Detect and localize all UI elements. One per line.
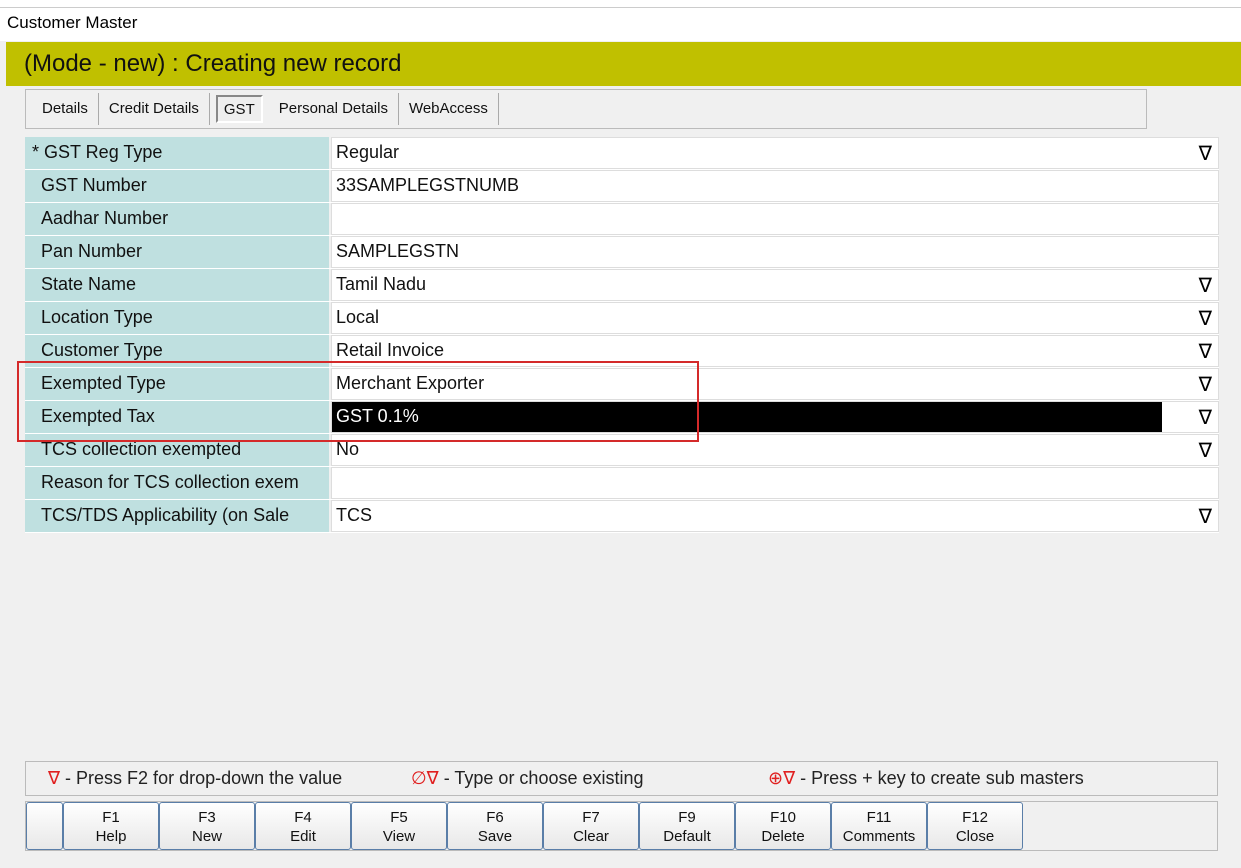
pan-number-input[interactable]: SAMPLEGSTN bbox=[331, 236, 1219, 268]
default-button[interactable]: F9 Default bbox=[639, 802, 735, 850]
gst-field-grid: * GST Reg Type Regular ∇ GST Number 33SAMPLE… bbox=[25, 137, 1219, 533]
field-label: GST Number bbox=[25, 170, 329, 202]
field-label: Pan Number bbox=[25, 236, 329, 268]
legend-text: - Type or choose existing bbox=[438, 768, 644, 788]
help-button[interactable]: F1 Help bbox=[63, 802, 159, 850]
delete-button[interactable]: F10 Delete bbox=[735, 802, 831, 850]
tab-webaccess[interactable]: WebAccess bbox=[399, 93, 499, 125]
key-label: Default bbox=[663, 828, 711, 845]
blank-key bbox=[26, 802, 63, 850]
field-row-state-name: State Name Tamil Nadu ∇ bbox=[25, 269, 1219, 302]
field-value: Retail Invoice bbox=[336, 340, 445, 360]
tab-bar: Details Credit Details GST Personal Details… bbox=[25, 89, 1147, 129]
add-submaster-icon: ⊕∇ bbox=[768, 768, 796, 788]
legend-text: - Press + key to create sub masters bbox=[795, 768, 1084, 788]
key-name: F1 bbox=[102, 809, 120, 826]
highlight-box bbox=[17, 361, 699, 442]
key-name: F6 bbox=[486, 809, 504, 826]
top-strip bbox=[0, 0, 1241, 8]
key-name: F10 bbox=[770, 809, 796, 826]
key-label: Save bbox=[477, 828, 513, 845]
legend-bar: ∇ - Press F2 for drop-down the value ∅∇ … bbox=[25, 761, 1218, 796]
key-label: Close bbox=[955, 828, 995, 845]
edit-button[interactable]: F4 Edit bbox=[255, 802, 351, 850]
field-label: * GST Reg Type bbox=[25, 137, 329, 169]
key-label: Help bbox=[95, 828, 127, 845]
dropdown-arrow-icon[interactable]: ∇ bbox=[1199, 338, 1212, 366]
gst-reg-type-dropdown[interactable]: Regular ∇ bbox=[331, 137, 1219, 169]
aadhar-number-input[interactable] bbox=[331, 203, 1219, 235]
tcs-tds-applicability-on-sale-dropdown[interactable]: TCS ∇ bbox=[331, 500, 1219, 532]
field-value: 33SAMPLEGSTNUMB bbox=[336, 175, 520, 195]
location-type-dropdown[interactable]: Local ∇ bbox=[331, 302, 1219, 334]
key-label: View bbox=[382, 828, 416, 845]
key-label: Edit bbox=[290, 828, 316, 845]
state-name-dropdown[interactable]: Tamil Nadu ∇ bbox=[331, 269, 1219, 301]
comments-button[interactable]: F11 Comments bbox=[831, 802, 927, 850]
key-name: F7 bbox=[582, 809, 600, 826]
key-name: F4 bbox=[294, 809, 312, 826]
key-label: New bbox=[191, 828, 222, 845]
field-row-pan-number: Pan Number SAMPLEGSTN bbox=[25, 236, 1219, 269]
dropdown-icon: ∇ bbox=[48, 768, 61, 788]
tab-gst[interactable]: GST bbox=[215, 95, 263, 123]
dropdown-arrow-icon[interactable]: ∇ bbox=[1199, 305, 1212, 333]
field-row-gst-reg-type: * GST Reg Type Regular ∇ bbox=[25, 137, 1219, 170]
field-row-reason-for-tcs-collection-exem: Reason for TCS collection exem bbox=[25, 467, 1219, 500]
field-value: No bbox=[336, 439, 360, 459]
field-value: TCS bbox=[336, 505, 372, 525]
key-name: F11 bbox=[866, 809, 892, 826]
dropdown-arrow-icon[interactable]: ∇ bbox=[1199, 503, 1212, 531]
field-value: SAMPLEGSTN bbox=[336, 241, 460, 261]
field-value: Tamil Nadu bbox=[336, 274, 427, 294]
function-key-bar: F1 Help F3 New F4 Edit F5 View F6 Save F7 Clear F9 De… bbox=[25, 801, 1218, 851]
tab-credit-details[interactable]: Credit Details bbox=[99, 93, 210, 125]
key-name: F12 bbox=[962, 809, 988, 826]
field-label: Location Type bbox=[25, 302, 329, 334]
save-button[interactable]: F6 Save bbox=[447, 802, 543, 850]
new-button[interactable]: F3 New bbox=[159, 802, 255, 850]
key-label: Delete bbox=[761, 828, 805, 845]
reason-for-tcs-collection-exem-input[interactable] bbox=[331, 467, 1219, 499]
dropdown-arrow-icon[interactable]: ∇ bbox=[1199, 140, 1212, 168]
field-row-aadhar-number: Aadhar Number bbox=[25, 203, 1219, 236]
field-label: TCS/TDS Applicability (on Sale bbox=[25, 500, 329, 532]
type-or-choose-icon: ∅∇ bbox=[411, 768, 439, 788]
tab-personal-details[interactable]: Personal Details bbox=[269, 93, 399, 125]
key-name: F5 bbox=[390, 809, 408, 826]
field-row-tcs-tds-applicability-on-sale: TCS/TDS Applicability (on Sale TCS ∇ bbox=[25, 500, 1219, 533]
dropdown-arrow-icon[interactable]: ∇ bbox=[1199, 371, 1212, 399]
field-row-gst-number: GST Number 33SAMPLEGSTNUMB bbox=[25, 170, 1219, 203]
key-label: Comments bbox=[842, 828, 916, 845]
field-row-location-type: Location Type Local ∇ bbox=[25, 302, 1219, 335]
dropdown-arrow-icon[interactable]: ∇ bbox=[1199, 404, 1212, 432]
field-label: Reason for TCS collection exem bbox=[25, 467, 329, 499]
field-label: Aadhar Number bbox=[25, 203, 329, 235]
gst-number-input[interactable]: 33SAMPLEGSTNUMB bbox=[331, 170, 1219, 202]
field-value: Regular bbox=[336, 142, 400, 162]
mode-banner: (Mode - new) : Creating new record bbox=[6, 42, 1241, 86]
window-title: Customer Master bbox=[0, 8, 1241, 41]
key-label: Clear bbox=[573, 828, 609, 845]
key-name: F3 bbox=[198, 809, 216, 826]
field-label: State Name bbox=[25, 269, 329, 301]
legend-text: - Press F2 for drop-down the value bbox=[60, 768, 343, 788]
dropdown-arrow-icon[interactable]: ∇ bbox=[1199, 437, 1212, 465]
field-value: Local bbox=[336, 307, 380, 327]
dropdown-arrow-icon[interactable]: ∇ bbox=[1199, 272, 1212, 300]
clear-button[interactable]: F7 Clear bbox=[543, 802, 639, 850]
tab-details[interactable]: Details bbox=[32, 93, 99, 125]
key-name: F9 bbox=[678, 809, 696, 826]
close-button[interactable]: F12 Close bbox=[927, 802, 1023, 850]
view-button[interactable]: F5 View bbox=[351, 802, 447, 850]
